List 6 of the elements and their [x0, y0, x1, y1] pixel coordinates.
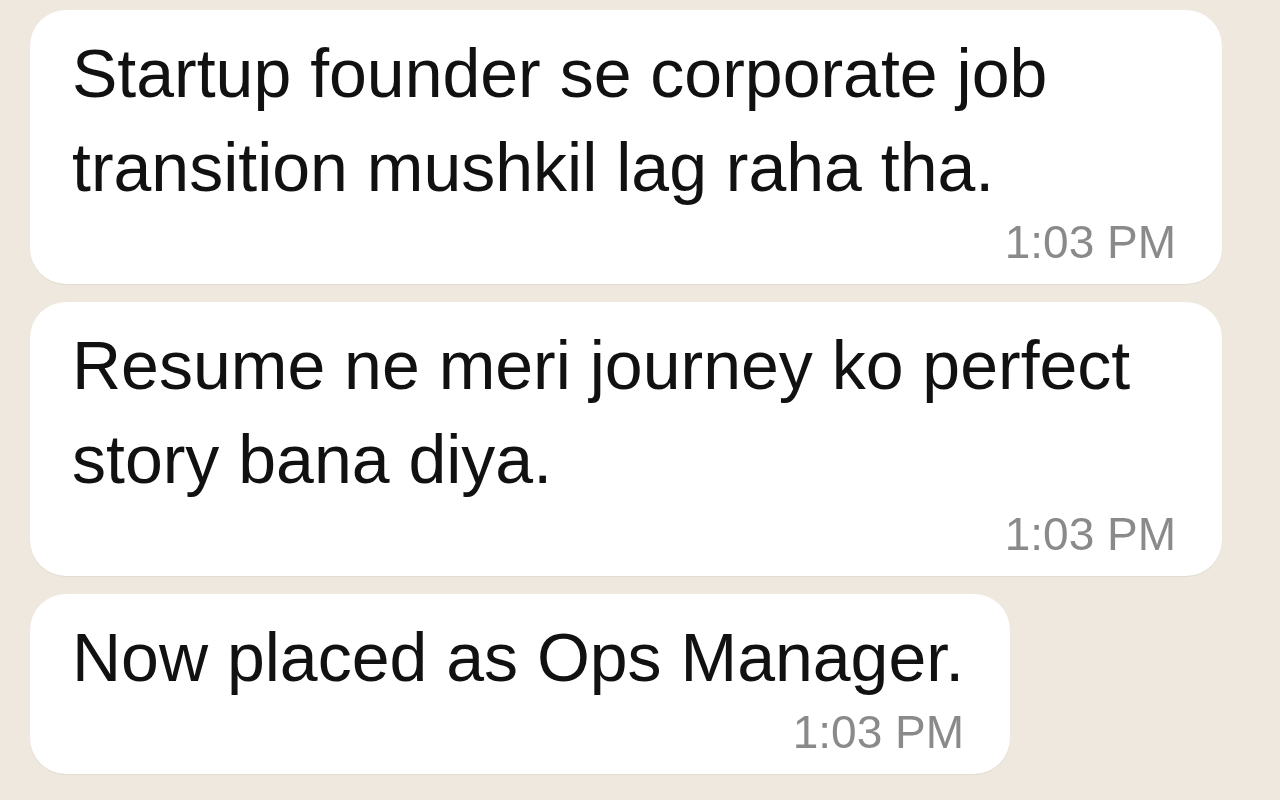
message-time: 1:03 PM [1003, 215, 1176, 270]
message-time: 1:03 PM [1003, 507, 1176, 562]
message-text: Startup founder se corporate job transition mushkil lag raha tha. [72, 34, 1049, 207]
message-time: 1:03 PM [791, 705, 965, 760]
message-text: Resume ne meri journey ko perfect story bana diya. [72, 326, 1132, 499]
message-text: Now placed as Ops Manager. [72, 618, 965, 697]
